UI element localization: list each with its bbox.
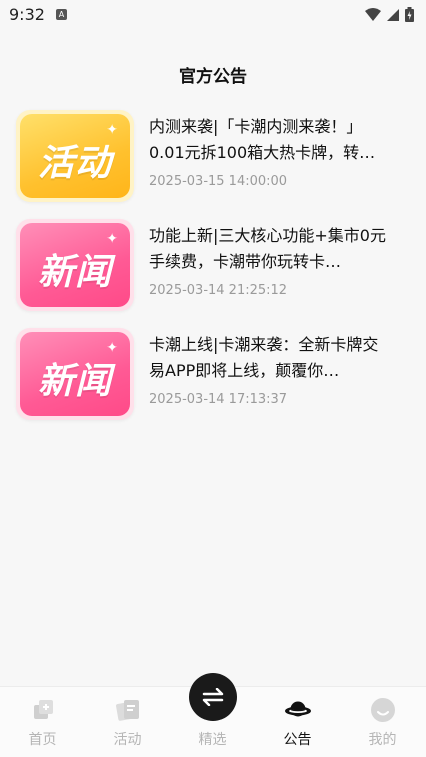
tab-mine-label: 我的 — [368, 732, 397, 748]
announcement-time: 2025-03-15 14:00:00 — [149, 174, 288, 189]
tab-activity-label: 活动 — [113, 732, 142, 748]
tab-home[interactable]: 首页 — [0, 687, 85, 757]
announcement-title: 功能上新|三大核心功能+集市0元手续费，卡潮带你玩转卡… — [149, 226, 386, 271]
planet-icon — [285, 701, 311, 717]
tab-mine[interactable]: 我的 — [340, 687, 425, 757]
wifi-icon — [365, 7, 381, 21]
tab-notice-label: 公告 — [283, 732, 312, 748]
announcement-thumbnail: ✦ 新闻 — [16, 219, 134, 311]
announcement-time: 2025-03-14 21:25:12 — [149, 283, 288, 298]
announcement-time: 2025-03-14 17:13:37 — [149, 392, 288, 407]
status-bar: 9:32 A — [0, 0, 426, 30]
announcement-title: 内测来袭|「卡潮内测来袭！」0.01元拆100箱大热卡牌，转… — [149, 117, 376, 162]
announcement-item[interactable]: ✦ 新闻 卡潮上线|卡潮来袭：全新卡牌交易APP即将上线，颠覆你… 2025-0… — [14, 326, 414, 430]
status-time: 9:32 — [9, 5, 45, 24]
announcement-item[interactable]: ✦ 活动 内测来袭|「卡潮内测来袭！」0.01元拆100箱大热卡牌，转… 202… — [14, 108, 414, 212]
keyboard-indicator-icon: A — [56, 9, 67, 20]
activity-icon — [116, 700, 139, 721]
tab-notice[interactable]: 公告 — [255, 687, 340, 757]
tab-featured-label[interactable]: 精选 — [170, 729, 255, 749]
bottom-tab-bar: 首页 活动 精选 公告 我的 — [0, 673, 426, 757]
featured-center-button[interactable] — [189, 673, 237, 721]
signal-icon — [387, 8, 399, 21]
tab-activity[interactable]: 活动 — [85, 687, 170, 757]
announcement-thumbnail: ✦ 新闻 — [16, 328, 134, 420]
thumbnail-badge-text: 活动 — [37, 143, 112, 184]
home-icon — [34, 700, 53, 719]
thumbnail-badge-text: 新闻 — [37, 361, 112, 402]
swap-arrows-icon — [202, 688, 224, 706]
battery-icon — [405, 7, 414, 22]
profile-icon — [371, 698, 395, 722]
page-title: 官方公告 — [179, 67, 247, 87]
announcement-item[interactable]: ✦ 新闻 功能上新|三大核心功能+集市0元手续费，卡潮带你玩转卡… 2025-0… — [14, 217, 414, 321]
status-icons — [365, 7, 414, 22]
announcement-thumbnail: ✦ 活动 — [16, 110, 134, 202]
thumbnail-badge-text: 新闻 — [37, 252, 112, 293]
announcement-title: 卡潮上线|卡潮来袭：全新卡牌交易APP即将上线，颠覆你… — [149, 335, 379, 380]
tab-home-label: 首页 — [28, 732, 57, 748]
